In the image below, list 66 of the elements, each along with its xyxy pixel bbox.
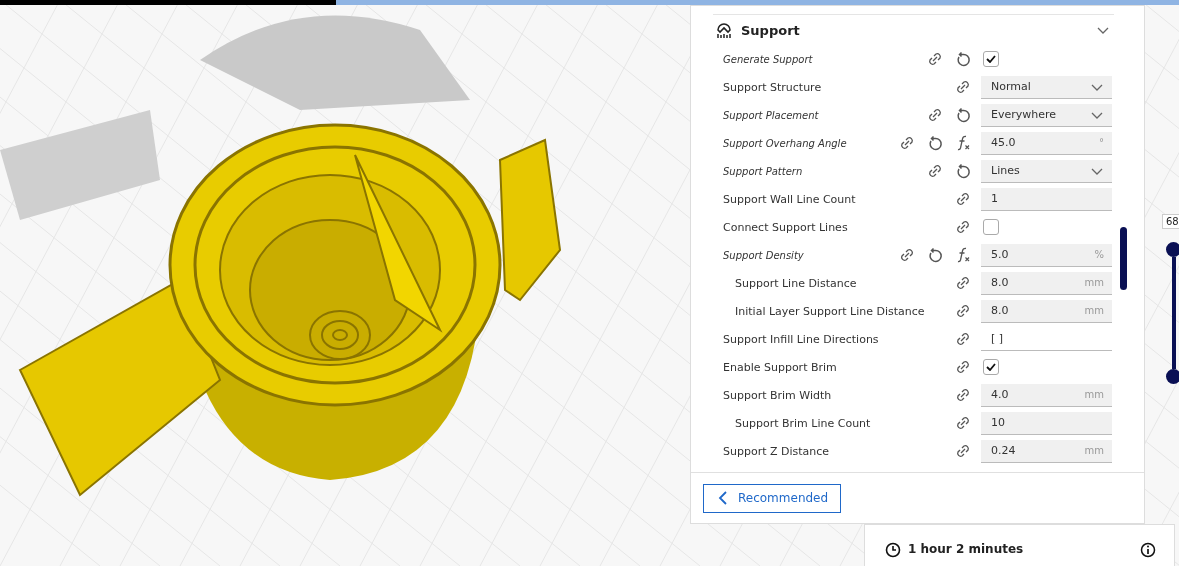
- input-field[interactable]: 1: [981, 187, 1112, 211]
- checkmark-icon: [986, 363, 996, 371]
- setting-label: Connect Support Lines: [723, 220, 849, 234]
- link-icon[interactable]: [955, 387, 971, 403]
- setting-label: Support Structure: [723, 80, 823, 94]
- setting-label: Support Placement: [723, 109, 820, 121]
- print-time: 1 hour 2 minutes: [908, 542, 1025, 556]
- link-icon[interactable]: [955, 275, 971, 291]
- reset-icon[interactable]: [927, 247, 943, 263]
- setting-label: Support Infill Line Directions: [723, 332, 880, 346]
- link-icon[interactable]: [927, 107, 943, 123]
- link-icon[interactable]: [955, 191, 971, 207]
- input-field[interactable]: 8.0 mm: [981, 299, 1112, 323]
- formula-icon: [955, 247, 971, 263]
- info-icon[interactable]: [1140, 542, 1156, 558]
- link-icon[interactable]: [955, 415, 971, 431]
- scrollbar-thumb[interactable]: [1120, 227, 1127, 290]
- link-icon[interactable]: [927, 51, 943, 67]
- link-icon[interactable]: [899, 247, 915, 263]
- setting-label: Support Wall Line Count: [723, 192, 857, 206]
- link-icon[interactable]: [955, 79, 971, 95]
- layer-slider-track[interactable]: [1172, 257, 1176, 369]
- setting-label: Support Density: [723, 249, 805, 261]
- setting-label: Support Overhang Angle: [723, 137, 848, 149]
- input-field[interactable]: 4.0 mm: [981, 383, 1112, 407]
- link-icon[interactable]: [899, 135, 915, 151]
- checkmark-icon: [986, 55, 996, 63]
- reset-icon[interactable]: [955, 51, 971, 67]
- input-field[interactable]: 10: [981, 411, 1112, 435]
- dropdown[interactable]: Normal: [981, 75, 1112, 99]
- input-field[interactable]: 5.0 %: [981, 243, 1112, 267]
- dropdown[interactable]: Everywhere: [981, 103, 1112, 127]
- checkbox[interactable]: [983, 359, 999, 375]
- setting-label: Support Pattern: [723, 165, 804, 177]
- input-field[interactable]: 8.0 mm: [981, 271, 1112, 295]
- recommended-button[interactable]: Recommended: [703, 483, 842, 513]
- link-icon[interactable]: [955, 303, 971, 319]
- setting-label: Support Z Distance: [723, 444, 831, 458]
- section-title[interactable]: Support: [741, 22, 1088, 38]
- link-icon[interactable]: [955, 359, 971, 375]
- chevron-left-icon: [718, 491, 728, 505]
- link-icon[interactable]: [927, 163, 943, 179]
- link-icon[interactable]: [955, 443, 971, 459]
- dropdown[interactable]: Lines: [981, 159, 1112, 183]
- link-icon[interactable]: [955, 219, 971, 235]
- slider-handle[interactable]: [1166, 369, 1179, 384]
- setting-label: Generate Support: [723, 53, 814, 65]
- setting-label: Support Line Distance: [734, 276, 858, 290]
- clock-icon: [885, 542, 901, 558]
- reset-icon[interactable]: [927, 135, 943, 151]
- reset-icon[interactable]: [955, 107, 971, 123]
- formula-icon: [955, 135, 971, 151]
- link-icon[interactable]: [955, 331, 971, 347]
- layer-number: 68: [1162, 214, 1179, 229]
- setting-label: Support Brim Width: [723, 388, 833, 402]
- checkbox[interactable]: [983, 219, 999, 235]
- checkbox[interactable]: [983, 51, 999, 67]
- setting-label: Support Brim Line Count: [734, 416, 872, 430]
- setting-label: Initial Layer Support Line Distance: [734, 304, 926, 318]
- input-field[interactable]: 0.24 mm: [981, 439, 1112, 463]
- support-icon: [715, 21, 733, 39]
- input-field[interactable]: 45.0 °: [981, 131, 1112, 155]
- slider-handle[interactable]: [1166, 242, 1179, 257]
- setting-label: Enable Support Brim: [723, 360, 838, 374]
- chevron-icon[interactable]: [1096, 25, 1110, 35]
- reset-icon[interactable]: [955, 163, 971, 179]
